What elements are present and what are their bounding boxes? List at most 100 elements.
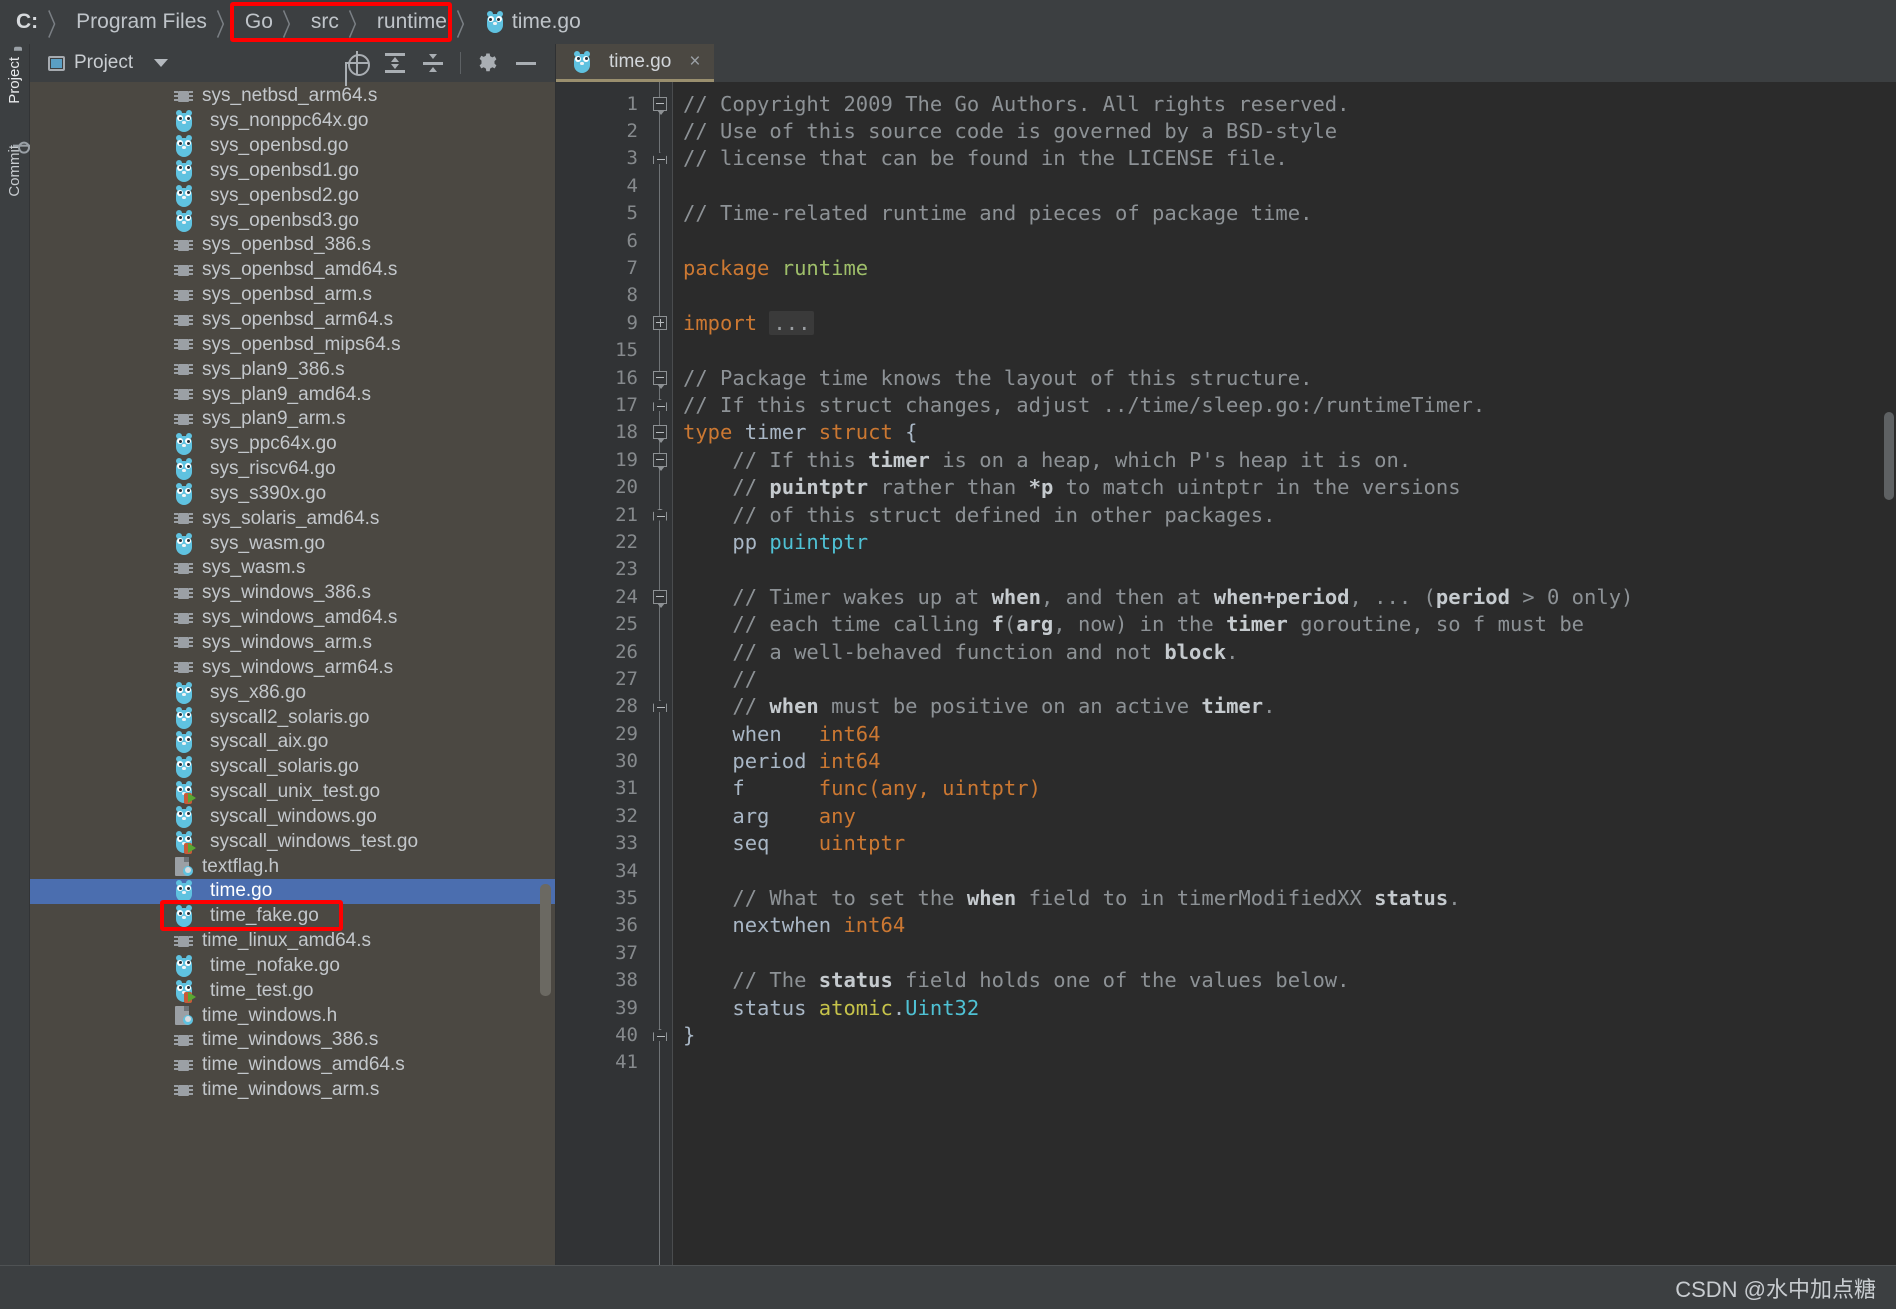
code-line[interactable]: type timer struct {: [673, 419, 1896, 446]
tree-row[interactable]: time_windows.h: [30, 1003, 555, 1028]
code-line[interactable]: }: [673, 1021, 1896, 1048]
code-line[interactable]: // puintptr rather than *p to match uint…: [673, 473, 1896, 500]
code-line[interactable]: //: [673, 665, 1896, 692]
fold-region-end-icon[interactable]: [653, 508, 667, 521]
tree-row[interactable]: time_windows_386.s: [30, 1028, 555, 1053]
tree-row[interactable]: sys_x86.go: [30, 680, 555, 705]
tree-row[interactable]: syscall_solaris.go: [30, 755, 555, 780]
code-line[interactable]: // license that can be found in the LICE…: [673, 145, 1896, 172]
code-line[interactable]: // Package time knows the layout of this…: [673, 364, 1896, 391]
code-line[interactable]: [673, 857, 1896, 884]
code-line[interactable]: // Time-related runtime and pieces of pa…: [673, 200, 1896, 227]
tree-row[interactable]: sys_openbsd.go: [30, 134, 555, 159]
tree-row[interactable]: sys_openbsd3.go: [30, 208, 555, 233]
project-view-selector[interactable]: Project: [48, 52, 169, 74]
breadcrumb-item-src[interactable]: src: [309, 10, 341, 34]
expand-all-icon[interactable]: [384, 52, 406, 74]
tree-row[interactable]: time_fake.go: [30, 904, 555, 929]
tool-window-tab-project[interactable]: Project: [6, 44, 23, 114]
tree-row[interactable]: textflag.h: [30, 854, 555, 879]
code-line[interactable]: // If this timer is on a heap, which P's…: [673, 446, 1896, 473]
close-icon[interactable]: ×: [689, 52, 700, 71]
tree-row[interactable]: sys_windows_386.s: [30, 581, 555, 606]
tree-row[interactable]: sys_openbsd_amd64.s: [30, 258, 555, 283]
tree-row[interactable]: sys_plan9_386.s: [30, 357, 555, 382]
code-line[interactable]: [673, 282, 1896, 309]
tree-row[interactable]: sys_netbsd_arm64.s: [30, 84, 555, 109]
tree-row[interactable]: time_linux_amd64.s: [30, 929, 555, 954]
code-line[interactable]: // If this struct changes, adjust ../tim…: [673, 391, 1896, 418]
code-line[interactable]: seq uintptr: [673, 830, 1896, 857]
code-line[interactable]: [673, 337, 1896, 364]
code-line[interactable]: status atomic. Uint32: [673, 994, 1896, 1021]
fold-collapse-icon[interactable]: [653, 589, 667, 608]
fold-region-end-icon[interactable]: [653, 1028, 667, 1041]
code-line[interactable]: [673, 556, 1896, 583]
breadcrumb-item-time-go[interactable]: time.go: [483, 10, 583, 34]
tree-row[interactable]: sys_solaris_amd64.s: [30, 506, 555, 531]
fold-collapse-icon[interactable]: [653, 452, 667, 471]
tree-row[interactable]: sys_openbsd_arm.s: [30, 283, 555, 308]
code-line[interactable]: package runtime: [673, 254, 1896, 281]
breadcrumb-item-go[interactable]: Go: [243, 10, 275, 34]
fold-expand-icon[interactable]: [653, 315, 667, 330]
tree-row[interactable]: sys_windows_arm.s: [30, 631, 555, 656]
tree-row[interactable]: syscall_windows.go: [30, 804, 555, 829]
tree-row[interactable]: sys_windows_arm64.s: [30, 655, 555, 680]
hide-minimize-icon[interactable]: [515, 52, 537, 74]
code-line[interactable]: [673, 172, 1896, 199]
locate-target-icon[interactable]: [345, 51, 370, 76]
code-folding-gutter[interactable]: [648, 82, 672, 1265]
code-line[interactable]: period int64: [673, 747, 1896, 774]
code-line[interactable]: // when must be positive on an active ti…: [673, 693, 1896, 720]
tree-row[interactable]: sys_wasm.go: [30, 531, 555, 556]
tree-row[interactable]: sys_plan9_amd64.s: [30, 382, 555, 407]
tree-row[interactable]: time_test.go: [30, 978, 555, 1003]
code-line[interactable]: pp puintptr: [673, 528, 1896, 555]
code-line[interactable]: [673, 1049, 1896, 1076]
collapse-all-icon[interactable]: [422, 52, 444, 74]
tree-row[interactable]: sys_openbsd_386.s: [30, 233, 555, 258]
tree-row[interactable]: sys_windows_amd64.s: [30, 606, 555, 631]
tree-row-selected[interactable]: time.go: [30, 879, 555, 904]
tree-row[interactable]: syscall_windows_test.go: [30, 829, 555, 854]
editor-tab-time-go[interactable]: time.go ×: [556, 44, 715, 82]
code-line[interactable]: // What to set the when field to in time…: [673, 884, 1896, 911]
code-line[interactable]: // a well-behaved function and not block…: [673, 638, 1896, 665]
code-line[interactable]: [673, 227, 1896, 254]
code-line[interactable]: nextwhen int64: [673, 912, 1896, 939]
tree-row[interactable]: sys_nonppc64x.go: [30, 109, 555, 134]
code-content[interactable]: // Copyright 2009 The Go Authors. All ri…: [672, 82, 1896, 1265]
tree-row[interactable]: sys_openbsd_mips64.s: [30, 332, 555, 357]
code-line[interactable]: // of this struct defined in other packa…: [673, 501, 1896, 528]
code-line[interactable]: // The status field holds one of the val…: [673, 967, 1896, 994]
fold-collapse-icon[interactable]: [653, 96, 667, 115]
code-line[interactable]: when int64: [673, 720, 1896, 747]
code-line[interactable]: arg any: [673, 802, 1896, 829]
tree-row[interactable]: sys_riscv64.go: [30, 457, 555, 482]
breadcrumb-item-runtime[interactable]: runtime: [375, 10, 449, 34]
fold-region-end-icon[interactable]: [653, 152, 667, 165]
tree-row[interactable]: syscall_aix.go: [30, 730, 555, 755]
fold-collapse-icon[interactable]: [653, 370, 667, 389]
tree-row[interactable]: sys_openbsd2.go: [30, 183, 555, 208]
tree-row[interactable]: syscall_unix_test.go: [30, 780, 555, 805]
tool-window-tab-commit[interactable]: Commit: [6, 132, 23, 207]
tree-row[interactable]: time_windows_amd64.s: [30, 1053, 555, 1078]
code-line[interactable]: [673, 939, 1896, 966]
tree-row[interactable]: sys_openbsd1.go: [30, 159, 555, 184]
breadcrumb-item-c-[interactable]: C:: [14, 10, 40, 34]
tree-row[interactable]: sys_s390x.go: [30, 482, 555, 507]
project-tree-scrollbar[interactable]: [540, 884, 551, 996]
tree-row[interactable]: time_windows_arm.s: [30, 1078, 555, 1103]
code-line[interactable]: // Copyright 2009 The Go Authors. All ri…: [673, 90, 1896, 117]
code-line[interactable]: import ...: [673, 309, 1896, 336]
code-line[interactable]: f func(any, uintptr): [673, 775, 1896, 802]
tree-row[interactable]: syscall2_solaris.go: [30, 705, 555, 730]
fold-collapse-icon[interactable]: [653, 425, 667, 444]
tree-row[interactable]: sys_plan9_arm.s: [30, 407, 555, 432]
code-line[interactable]: // each time calling f(arg, now) in the …: [673, 610, 1896, 637]
tree-row[interactable]: sys_openbsd_arm64.s: [30, 308, 555, 333]
settings-gear-icon[interactable]: [477, 52, 499, 74]
tree-row[interactable]: sys_ppc64x.go: [30, 432, 555, 457]
